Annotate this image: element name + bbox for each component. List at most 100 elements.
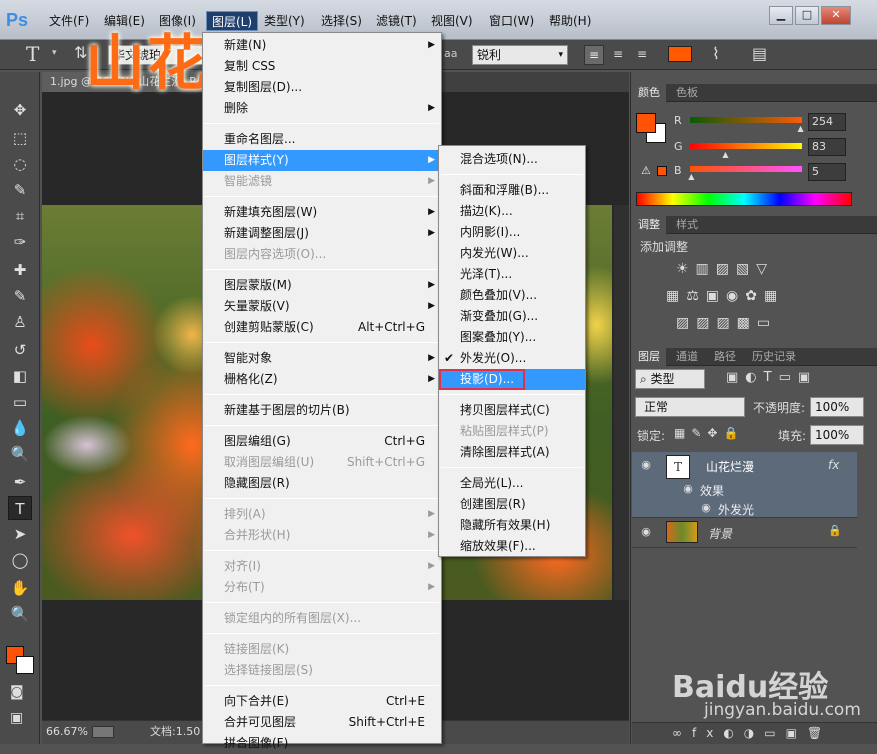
eye-icon[interactable]: ◉	[638, 525, 654, 538]
menu-4[interactable]: 图层(L)	[206, 11, 259, 31]
tab-color[interactable]: 颜色	[632, 84, 666, 102]
character-panel-icon[interactable]: ▤	[752, 44, 767, 63]
zoom-icon[interactable]: 🔍	[8, 602, 32, 626]
tab-channels[interactable]: 通道	[670, 348, 704, 366]
text-color-swatch[interactable]	[668, 46, 692, 62]
b-value[interactable]: 5	[808, 163, 846, 181]
layer-menu-item[interactable]: 新建基于图层的切片(B)	[203, 400, 441, 421]
pen-icon[interactable]: ✒	[8, 470, 32, 494]
blend-mode-select[interactable]: 正常	[635, 397, 745, 417]
move-icon[interactable]: ✥	[8, 98, 32, 122]
style-menu-item[interactable]: 拷贝图层样式(C)	[439, 400, 585, 421]
style-menu-item[interactable]: 斜面和浮雕(B)...	[439, 180, 585, 201]
layer-name[interactable]: 山花烂漫	[706, 458, 754, 475]
layer-menu-item[interactable]: 复制 CSS	[203, 56, 441, 77]
style-menu-item[interactable]: 全局光(L)...	[439, 473, 585, 494]
style-menu-item[interactable]: 创建图层(R)	[439, 494, 585, 515]
layer-menu-item[interactable]: 栅格化(Z) ▶	[203, 369, 441, 390]
style-menu-item[interactable]: 图案叠加(Y)...	[439, 327, 585, 348]
r-slider[interactable]	[690, 117, 802, 123]
status-icon[interactable]	[92, 726, 114, 738]
r-slider-thumb[interactable]: ▲	[798, 124, 804, 133]
effect-eye-icon[interactable]: ◉	[698, 501, 714, 514]
effect-outer-glow[interactable]: 外发光	[718, 501, 754, 518]
layer-menu-item[interactable]: 删除 ▶	[203, 98, 441, 119]
gamut-warning-icon[interactable]: ⚠	[641, 164, 651, 177]
b-slider[interactable]	[690, 166, 802, 172]
ellipse-icon[interactable]: ◯	[8, 548, 32, 572]
close-button[interactable]: ✕	[821, 6, 851, 25]
type-tool-preset-icon[interactable]: T	[26, 42, 39, 66]
layer-menu-item[interactable]: 新建调整图层(J) ▶	[203, 223, 441, 244]
tab-swatches[interactable]: 色板	[670, 84, 704, 102]
tab-paths[interactable]: 路径	[708, 348, 742, 366]
adjust-icons-row1[interactable]: ☀▥▨▧▽	[676, 261, 774, 277]
layer-menu-item[interactable]: 复制图层(D)...	[203, 77, 441, 98]
quick-select-icon[interactable]: ✎	[8, 178, 32, 202]
layer-menu-item[interactable]: 图层样式(Y) ▶	[203, 150, 441, 171]
tab-history[interactable]: 历史记录	[746, 348, 802, 366]
layer-menu-item[interactable]: 新建填充图层(W) ▶	[203, 202, 441, 223]
style-menu-item[interactable]: 内阴影(I)...	[439, 222, 585, 243]
menu-7[interactable]: 滤镜(T)	[371, 11, 422, 31]
style-menu-item[interactable]: 混合选项(N)...	[439, 149, 585, 170]
layer-menu-item[interactable]: 图层蒙版(M) ▶	[203, 275, 441, 296]
style-menu-item[interactable]: 外发光(O)... ✔	[439, 348, 585, 369]
color-panel-fg-swatch[interactable]	[636, 113, 656, 133]
align-right-icon[interactable]: ≡	[632, 45, 652, 65]
style-menu-item[interactable]: 颜色叠加(V)...	[439, 285, 585, 306]
style-menu-item[interactable]: 缩放效果(F)...	[439, 536, 585, 557]
layer-menu-item[interactable]: 矢量蒙版(V) ▶	[203, 296, 441, 317]
hand-icon[interactable]: ✋	[8, 576, 32, 600]
layer-menu-item[interactable]: 智能对象 ▶	[203, 348, 441, 369]
layer-menu-item[interactable]: 图层编组(G) Ctrl+G	[203, 431, 441, 452]
gradient-icon[interactable]: ▭	[8, 390, 32, 414]
layer-menu-item[interactable]: 合并可见图层 Shift+Ctrl+E	[203, 712, 441, 733]
g-slider[interactable]	[690, 143, 802, 149]
gamut-swatch[interactable]	[657, 166, 667, 176]
layer-menu-item[interactable]: 向下合并(E) Ctrl+E	[203, 691, 441, 712]
style-menu-item[interactable]: 投影(D)...	[439, 369, 525, 390]
background-color-swatch[interactable]	[16, 656, 34, 674]
layer-menu-item[interactable]: 新建(N) ▶	[203, 35, 441, 56]
layer-row-background[interactable]: ◉ 背景 🔒	[632, 518, 857, 548]
type-icon[interactable]: T	[8, 496, 32, 520]
canvas-scrollbar[interactable]	[614, 205, 629, 600]
layer-menu-item[interactable]: 创建剪贴蒙版(C) Alt+Ctrl+G	[203, 317, 441, 338]
canvas-text-layer[interactable]: 山花	[85, 15, 209, 102]
effects-eye-icon[interactable]: ◉	[680, 482, 696, 495]
fx-icon[interactable]: fx	[828, 458, 839, 472]
style-menu-item[interactable]: 清除图层样式(A)	[439, 442, 585, 463]
style-menu-item[interactable]: 内发光(W)...	[439, 243, 585, 264]
eye-icon[interactable]: ◉	[638, 458, 654, 471]
align-left-icon[interactable]: ≡	[584, 45, 604, 65]
menu-10[interactable]: 帮助(H)	[544, 11, 596, 31]
layer-filter-icons[interactable]: ▣◐T▭▣	[726, 370, 817, 385]
screen-mode-icon[interactable]: ▣	[10, 710, 23, 726]
warp-text-icon[interactable]: ⌇	[712, 44, 720, 63]
marquee-icon[interactable]: ⬚	[8, 126, 32, 150]
style-menu-item[interactable]: 描边(K)...	[439, 201, 585, 222]
dodge-icon[interactable]: 🔍	[8, 442, 32, 466]
layer-filter-select[interactable]: ⌕ 类型	[635, 369, 705, 389]
zoom-level[interactable]: 66.67%	[46, 721, 88, 743]
blur-icon[interactable]: 💧	[8, 416, 32, 440]
crop-icon[interactable]: ⌗	[8, 204, 32, 228]
maximize-button[interactable]: □	[795, 6, 819, 25]
eyedropper-icon[interactable]: ✑	[8, 230, 32, 254]
brush-icon[interactable]: ✎	[8, 284, 32, 308]
layer-row-text[interactable]: ◉ T 山花烂漫 fx ◉ 效果 ◉ 外发光	[632, 452, 857, 518]
tab-adjustments[interactable]: 调整	[632, 216, 666, 234]
layer-name[interactable]: 背景	[708, 525, 732, 542]
menu-8[interactable]: 视图(V)	[426, 11, 478, 31]
menu-5[interactable]: 类型(Y)	[259, 11, 310, 31]
lock-icons[interactable]: ▦✎✥🔒	[674, 426, 744, 440]
opacity-input[interactable]: 100%	[810, 397, 864, 417]
stamp-icon[interactable]: ♙	[8, 310, 32, 334]
chevron-down-icon[interactable]: ▾	[52, 48, 57, 58]
style-menu-item[interactable]: 隐藏所有效果(H)	[439, 515, 585, 536]
style-menu-item[interactable]: 渐变叠加(G)...	[439, 306, 585, 327]
layers-panel-footer[interactable]: ∞fx◐◑▭▣🗑	[632, 722, 877, 744]
menu-9[interactable]: 窗口(W)	[484, 11, 539, 31]
tab-styles[interactable]: 样式	[670, 216, 704, 234]
